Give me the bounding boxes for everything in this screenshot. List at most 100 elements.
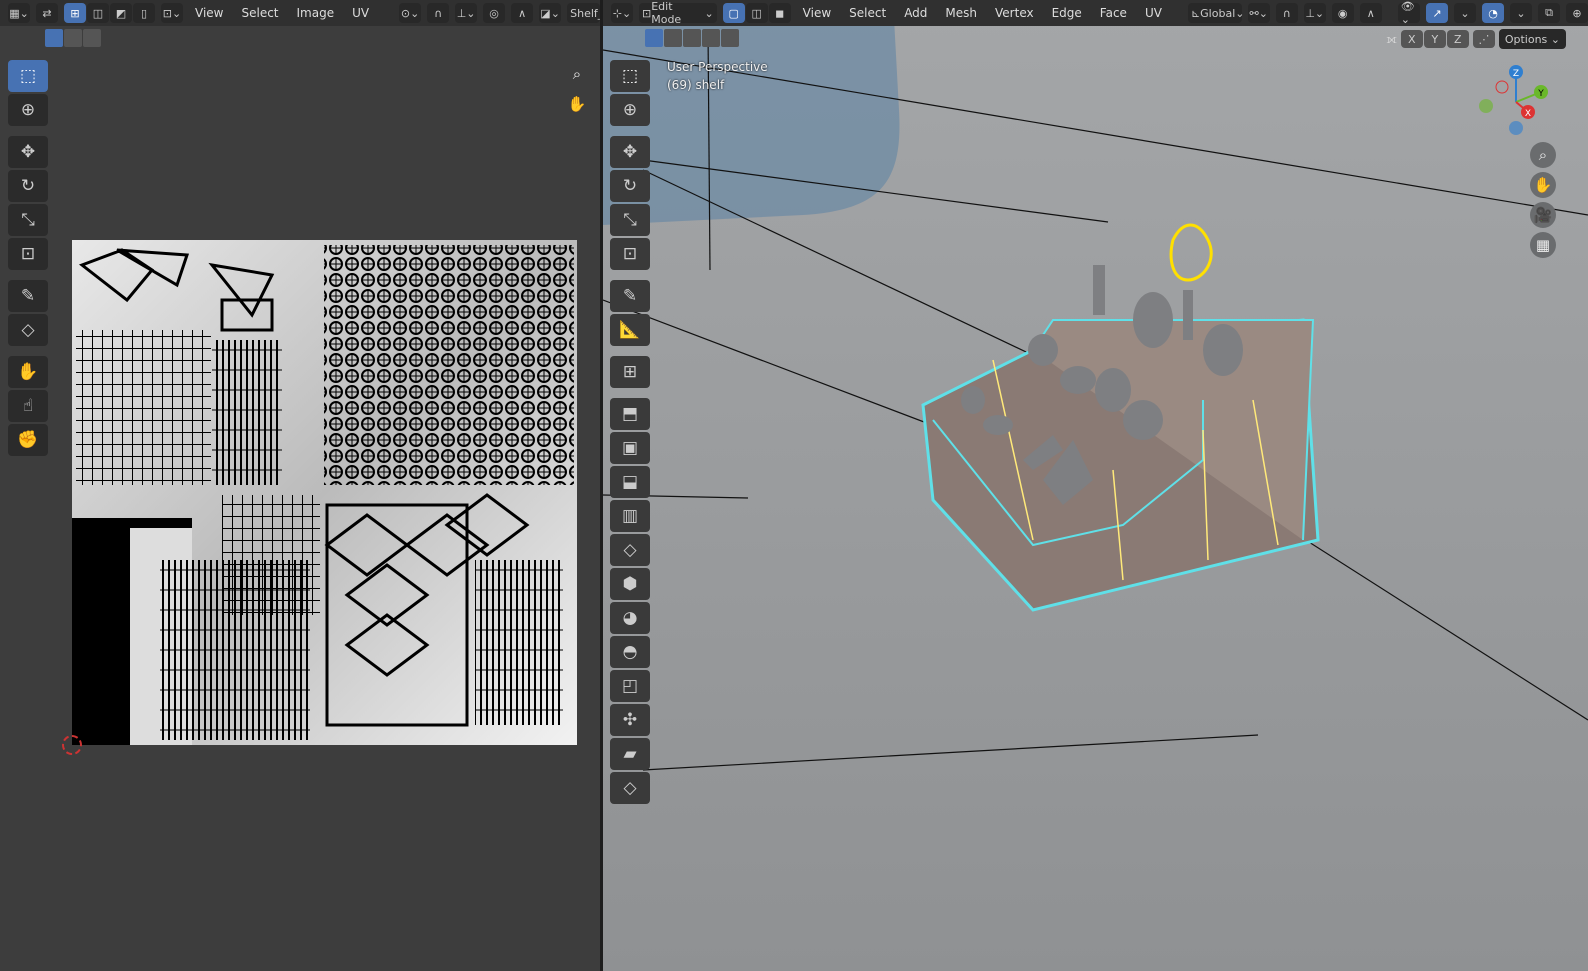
edge-slide-tool-icon[interactable]: ◰ [610,670,650,702]
uv-texture-image[interactable] [72,240,577,745]
zoom-icon[interactable]: ⌕ [564,61,590,87]
snap-icon[interactable]: ∩ [1275,3,1298,23]
rotate-tool-icon[interactable]: ↻ [8,170,48,202]
annotate-tool-icon[interactable]: ✎ [8,280,48,312]
3d-viewport[interactable]: ⊹⌄ ⊡ Edit Mode ⌄ ▢ ◫ ◼ View Select Add Mes… [603,0,1588,971]
proportional-edit-icon[interactable]: ◎ [483,3,506,23]
select-subtract-icon[interactable] [683,29,701,47]
menu-add[interactable]: Add [898,6,933,20]
editor-type-button[interactable]: ⊹⌄ [611,3,633,23]
select-intersect-icon[interactable] [721,29,739,47]
knife-tool-icon[interactable]: ◇ [610,534,650,566]
snap-target-dropdown[interactable]: ⊥⌄ [455,3,478,23]
menu-mesh[interactable]: Mesh [939,6,983,20]
relax-tool-icon[interactable]: ☝ [8,390,48,422]
edge-select-mode-icon[interactable]: ◫ [87,3,109,23]
grab-tool-icon[interactable]: ✋ [8,356,48,388]
measure-tool-icon[interactable]: 📐 [610,314,650,346]
options-dropdown[interactable]: Options ⌄ [1498,29,1566,49]
topology-mirror-icon[interactable]: ⋰ [1472,30,1495,48]
sync-selection-icon[interactable]: ⇄ [36,3,58,23]
xray-toggle-icon[interactable]: ⧉ [1538,3,1561,23]
proportional-edit-icon[interactable]: ◉ [1331,3,1354,23]
menu-select[interactable]: Select [843,6,892,20]
menu-select[interactable]: Select [235,6,284,20]
pivot-dropdown[interactable]: ⚯⌄ [1247,3,1270,23]
move-tool-icon[interactable]: ✥ [610,136,650,168]
menu-image[interactable]: Image [291,6,341,20]
transform-tool-icon[interactable]: ⊡ [610,238,650,270]
poly-build-tool-icon[interactable]: ⬢ [610,568,650,600]
rip-tool-icon[interactable]: ◇ [8,314,48,346]
falloff-icon[interactable]: ∧ [511,3,534,23]
menu-view[interactable]: View [797,6,837,20]
rotate-tool-icon[interactable]: ↻ [610,170,650,202]
overlay-toggle-icon[interactable]: ◔ [1482,3,1505,23]
rip-tool-icon[interactable]: ◇ [610,772,650,804]
snap-icon[interactable]: ∩ [427,3,450,23]
edge-select-mode-icon[interactable]: ◫ [745,3,768,23]
bevel-tool-icon[interactable]: ⬓ [610,466,650,498]
visibility-dropdown[interactable]: 👁⌄ [1397,0,1421,26]
image-browse-dropdown[interactable]: ◪⌄ [539,3,562,23]
gizmo-dropdown[interactable]: ⌄ [1454,3,1477,23]
extrude-tool-icon[interactable]: ⬒ [610,398,650,430]
pivot-dropdown[interactable]: ⊙⌄ [399,3,422,23]
orientation-dropdown[interactable]: ⊾ Global ⌄ [1187,3,1244,23]
scale-tool-icon[interactable]: ⤡ [610,204,650,236]
transform-tool-icon[interactable]: ⊡ [8,238,48,270]
select-new-icon[interactable] [45,29,63,47]
scale-tool-icon[interactable]: ⤡ [8,204,48,236]
cursor-tool-icon[interactable]: ⊕ [8,94,48,126]
object-info: (69) shelf [667,78,725,92]
pan-hand-icon[interactable]: ✋ [564,91,590,117]
mode-dropdown[interactable]: ⊡ Edit Mode ⌄ [639,0,717,26]
mirror-z-toggle[interactable]: Z [1446,30,1469,48]
sticky-select-dropdown[interactable]: ⊡⌄ [161,3,183,23]
editor-type-button[interactable]: ▦⌄ [8,3,30,23]
perspective-toggle-icon[interactable]: ▦ [1530,232,1556,258]
annotate-tool-icon[interactable]: ✎ [610,280,650,312]
face-select-mode-icon[interactable]: ◼ [768,3,791,23]
cursor-tool-icon[interactable]: ⊕ [610,94,650,126]
camera-view-icon[interactable]: 🎥 [1530,202,1556,228]
vertex-select-mode-icon[interactable]: ⊞ [64,3,86,23]
select-extend-icon[interactable] [664,29,682,47]
select-subtract-icon[interactable] [83,29,101,47]
falloff-icon[interactable]: ∧ [1359,3,1382,23]
inset-tool-icon[interactable]: ▣ [610,432,650,464]
menu-uv[interactable]: UV [346,6,375,20]
shear-tool-icon[interactable]: ▰ [610,738,650,770]
menu-view[interactable]: View [189,6,229,20]
face-select-mode-icon[interactable]: ◩ [110,3,132,23]
menu-vertex[interactable]: Vertex [989,6,1040,20]
vertex-select-mode-icon[interactable]: ▢ [722,3,745,23]
select-box-tool-icon[interactable]: ⬚ [8,60,48,92]
pan-hand-icon[interactable]: ✋ [1530,172,1556,198]
select-new-icon[interactable] [645,29,663,47]
add-cube-tool-icon[interactable]: ⊞ [610,356,650,388]
gizmo-toggle-icon[interactable]: ↗ [1426,3,1449,23]
image-name-field[interactable]: Shelf_Def [567,3,600,23]
snap-target-dropdown[interactable]: ⊥⌄ [1303,3,1326,23]
wireframe-shading-icon[interactable]: ⊕ [1566,3,1588,23]
overlay-dropdown[interactable]: ⌄ [1510,3,1533,23]
mirror-y-toggle[interactable]: Y [1423,30,1446,48]
select-box-tool-icon[interactable]: ⬚ [610,60,650,92]
zoom-icon[interactable]: ⌕ [1530,142,1556,168]
shrink-fatten-tool-icon[interactable]: ✣ [610,704,650,736]
navigation-gizmo[interactable]: Z Y X [1476,62,1556,142]
pinch-tool-icon[interactable]: ✊ [8,424,48,456]
island-select-mode-icon[interactable]: ▯ [133,3,155,23]
uv-editor[interactable]: ▦⌄ ⇄ ⊞ ◫ ◩ ▯ ⊡⌄ View Select Image UV ⊙⌄ … [0,0,600,971]
move-tool-icon[interactable]: ✥ [8,136,48,168]
spin-tool-icon[interactable]: ◕ [610,602,650,634]
menu-face[interactable]: Face [1094,6,1133,20]
smooth-tool-icon[interactable]: ◓ [610,636,650,668]
select-invert-icon[interactable] [702,29,720,47]
select-extend-icon[interactable] [64,29,82,47]
menu-uv[interactable]: UV [1139,6,1168,20]
mirror-x-toggle[interactable]: X [1400,30,1423,48]
menu-edge[interactable]: Edge [1046,6,1088,20]
loop-cut-tool-icon[interactable]: ▥ [610,500,650,532]
